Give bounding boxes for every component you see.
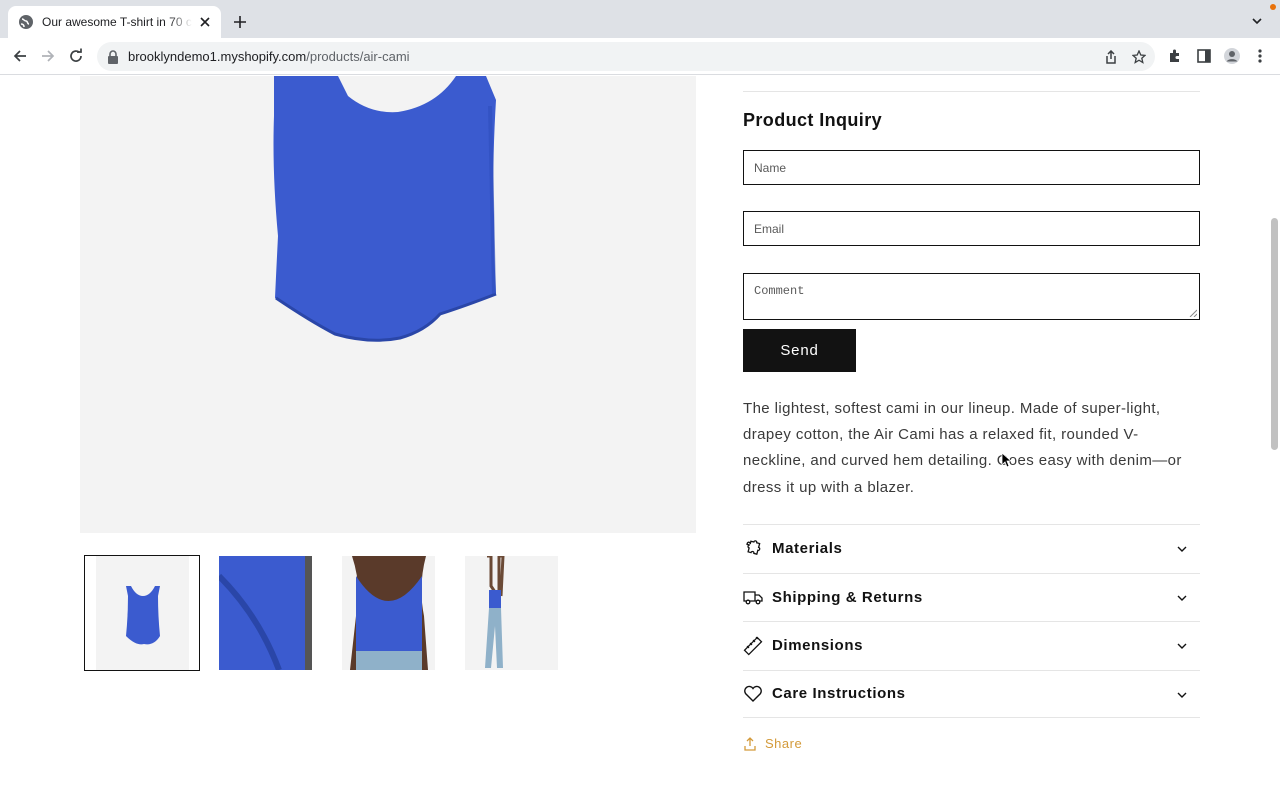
accordion-label: Care Instructions [772,685,906,703]
recording-indicator [1270,4,1276,10]
thumbnail-front-image [95,556,189,670]
accordion-dimensions[interactable]: Dimensions [743,621,1200,670]
url-domain: brooklyndemo1.myshopify.com [128,49,307,64]
accordion-materials[interactable]: Materials [743,524,1200,573]
forward-icon[interactable] [38,46,58,66]
email-field[interactable]: Email [743,211,1200,246]
accordion-label: Materials [772,540,843,558]
thumbnail-model[interactable] [453,555,569,671]
bookmark-star-icon[interactable] [1131,49,1147,65]
back-icon[interactable] [10,46,30,66]
mouse-cursor-icon [1001,452,1011,468]
side-panel-icon[interactable] [1196,48,1212,64]
thumbnail-back[interactable] [330,555,446,671]
globe-icon [18,14,34,30]
profile-avatar-icon[interactable] [1224,48,1240,64]
lock-icon[interactable] [107,49,119,64]
page-scrollbar[interactable] [1268,76,1280,800]
comment-placeholder: Comment [754,284,805,298]
chevron-down-icon [1176,543,1188,555]
heart-icon [743,684,763,704]
share-icon [743,736,757,751]
inquiry-title: Product Inquiry [743,110,883,130]
divider [743,91,1200,92]
thumbnail-strip [84,555,564,671]
resize-handle-icon[interactable] [1189,309,1197,317]
page-viewport: Product Inquiry Name Email Comment Send … [0,76,1280,800]
browser-menu-icon[interactable] [1252,48,1268,64]
thumbnail-back-image [341,556,435,670]
share-button[interactable]: Share [743,736,802,751]
thumbnail-detail[interactable] [207,555,323,671]
name-field[interactable]: Name [743,150,1200,185]
accordion-shipping-returns[interactable]: Shipping & Returns [743,572,1200,622]
comment-field[interactable]: Comment [743,273,1200,320]
name-placeholder: Name [754,160,787,175]
share-page-icon[interactable] [1103,49,1119,65]
truck-icon [743,587,763,607]
new-tab-icon[interactable] [230,12,250,32]
reload-icon[interactable] [66,46,86,66]
thumbnail-front[interactable] [84,555,200,671]
product-accordion: Materials Shipping & Returns Dimensions [743,524,1200,718]
ruler-icon [743,636,763,656]
browser-tab-bar: Our awesome T-shirt in 70 ch [0,0,1280,38]
chevron-down-icon [1176,592,1188,604]
address-bar[interactable]: brooklyndemo1.myshopify.com/products/air… [97,42,1155,71]
product-main-image[interactable] [80,76,696,533]
accordion-label: Shipping & Returns [772,588,923,606]
tab-title: Our awesome T-shirt in 70 ch [42,15,192,29]
email-placeholder: Email [754,221,785,236]
accordion-care-instructions[interactable]: Care Instructions [743,669,1200,718]
thumbnail-model-image [464,556,558,670]
browser-tab[interactable]: Our awesome T-shirt in 70 ch [8,6,221,38]
url-path: /products/air-cami [306,49,410,64]
scrollbar-thumb[interactable] [1271,218,1278,450]
extensions-puzzle-icon[interactable] [1167,48,1183,64]
air-cami-image [273,76,497,342]
browser-toolbar: brooklyndemo1.myshopify.com/products/air… [0,38,1280,75]
close-tab-icon[interactable] [197,14,213,30]
send-button[interactable]: Send [743,329,856,372]
accordion-label: Dimensions [772,637,864,655]
chevron-down-icon [1176,640,1188,652]
share-label: Share [765,736,803,751]
thumbnail-detail-image [218,556,312,670]
tab-search-chevron-icon[interactable] [1250,14,1264,28]
chevron-down-icon [1176,689,1188,701]
url-text: brooklyndemo1.myshopify.com/products/air… [128,49,410,64]
product-description: The lightest, softest cami in our lineup… [743,400,1182,496]
puzzle-icon [743,539,763,559]
